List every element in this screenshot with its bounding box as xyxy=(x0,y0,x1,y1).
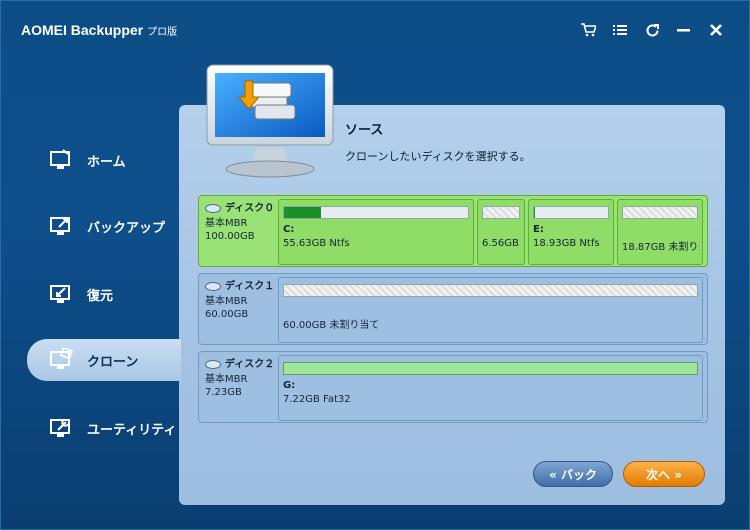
partition-label: G: xyxy=(283,380,296,391)
nav-item-clone[interactable]: クローン xyxy=(27,339,181,381)
title-bar: AOMEI Backupper プロ版 xyxy=(1,1,749,61)
partition-size: 7.22GB Fat32 xyxy=(283,394,351,405)
usage-bar xyxy=(283,284,698,297)
partition-size: 18.93GB Ntfs xyxy=(533,238,600,249)
disk-type: 基本MBR xyxy=(205,296,248,307)
disk-info: ディスク１ 基本MBR 60.00GB xyxy=(205,280,281,321)
partition-unallocated[interactable]: 60.00GB 未割り当て xyxy=(278,277,703,343)
minimize-icon[interactable] xyxy=(675,21,693,39)
disk-name: ディスク２ xyxy=(205,358,281,371)
clone-icon xyxy=(49,347,79,373)
nav-item-backup[interactable]: バックアップ xyxy=(27,205,181,247)
disk-icon xyxy=(205,282,221,291)
usage-bar xyxy=(533,206,609,219)
refresh-icon[interactable] xyxy=(643,21,661,39)
disk-icon xyxy=(205,360,221,369)
disk-row-0[interactable]: ディスク０ 基本MBR 100.00GB C: 55.63GB Ntfs 6.5… xyxy=(198,195,708,267)
next-button[interactable]: 次へ » xyxy=(623,461,705,487)
utilities-icon xyxy=(49,415,79,441)
nav-item-restore[interactable]: 復元 xyxy=(27,273,181,315)
restore-icon xyxy=(49,281,79,307)
partition-size: 6.56GB Ntfs xyxy=(482,238,522,249)
usage-bar xyxy=(482,206,520,219)
close-icon[interactable] xyxy=(707,21,725,39)
partition-e[interactable]: E: 18.93GB Ntfs xyxy=(528,199,614,265)
disk-name: ディスク０ xyxy=(205,202,281,215)
app-edition: プロ版 xyxy=(147,27,178,38)
source-title: ソース xyxy=(345,123,384,138)
partition-g[interactable]: G: 7.22GB Fat32 xyxy=(278,355,703,421)
menu-list-icon[interactable] xyxy=(611,21,629,39)
disk-row-2[interactable]: ディスク２ 基本MBR 7.23GB G: 7.22GB Fat32 xyxy=(198,351,708,423)
app-window: AOMEI Backupper プロ版 ホーム バックアップ 復元 クローン ユ… xyxy=(0,0,750,530)
disk-row-1[interactable]: ディスク１ 基本MBR 60.00GB 60.00GB 未割り当て xyxy=(198,273,708,345)
nav-item-label: クローン xyxy=(87,354,139,370)
partition-unlabeled-1[interactable]: 6.56GB Ntfs xyxy=(477,199,525,265)
clone-monitor-icon xyxy=(205,63,335,181)
disk-size: 7.23GB xyxy=(205,387,242,398)
nav-item-label: ホーム xyxy=(87,154,126,170)
disk-type: 基本MBR xyxy=(205,374,248,385)
usage-bar xyxy=(622,206,698,219)
back-button[interactable]: « バック xyxy=(533,461,613,487)
nav-item-utilities[interactable]: ユーティリティ xyxy=(27,407,181,449)
nav-item-home[interactable]: ホーム xyxy=(27,139,181,181)
cart-icon[interactable] xyxy=(579,21,597,39)
disk-size: 60.00GB xyxy=(205,309,249,320)
source-description: クローンしたいディスクを選択する。 xyxy=(345,150,531,163)
partition-label: C: xyxy=(283,224,295,235)
disk-icon xyxy=(205,204,221,213)
partition-unallocated[interactable]: 18.87GB 未割り当て xyxy=(617,199,703,265)
disk-type: 基本MBR xyxy=(205,218,248,229)
partition-label: E: xyxy=(533,224,544,235)
partition-size: 60.00GB 未割り当て xyxy=(283,320,380,331)
disk-name: ディスク１ xyxy=(205,280,281,293)
nav-item-label: バックアップ xyxy=(87,220,166,236)
home-monitor-icon xyxy=(49,147,79,173)
disk-size: 100.00GB xyxy=(205,231,255,242)
disk-info: ディスク０ 基本MBR 100.00GB xyxy=(205,202,281,243)
nav-item-label: ユーティリティ xyxy=(87,422,177,438)
usage-bar xyxy=(283,362,698,375)
usage-fill xyxy=(534,207,536,218)
usage-bar xyxy=(283,206,469,219)
partition-c[interactable]: C: 55.63GB Ntfs xyxy=(278,199,474,265)
backup-icon xyxy=(49,213,79,239)
partition-size: 18.87GB 未割り当て xyxy=(622,242,700,253)
disk-info: ディスク２ 基本MBR 7.23GB xyxy=(205,358,281,399)
nav-item-label: 復元 xyxy=(87,288,114,304)
title-controls xyxy=(579,21,725,39)
app-name: AOMEI Backupper xyxy=(21,22,144,38)
partition-size: 55.63GB Ntfs xyxy=(283,238,350,249)
app-title: AOMEI Backupper プロ版 xyxy=(21,22,177,38)
usage-fill xyxy=(284,207,321,218)
